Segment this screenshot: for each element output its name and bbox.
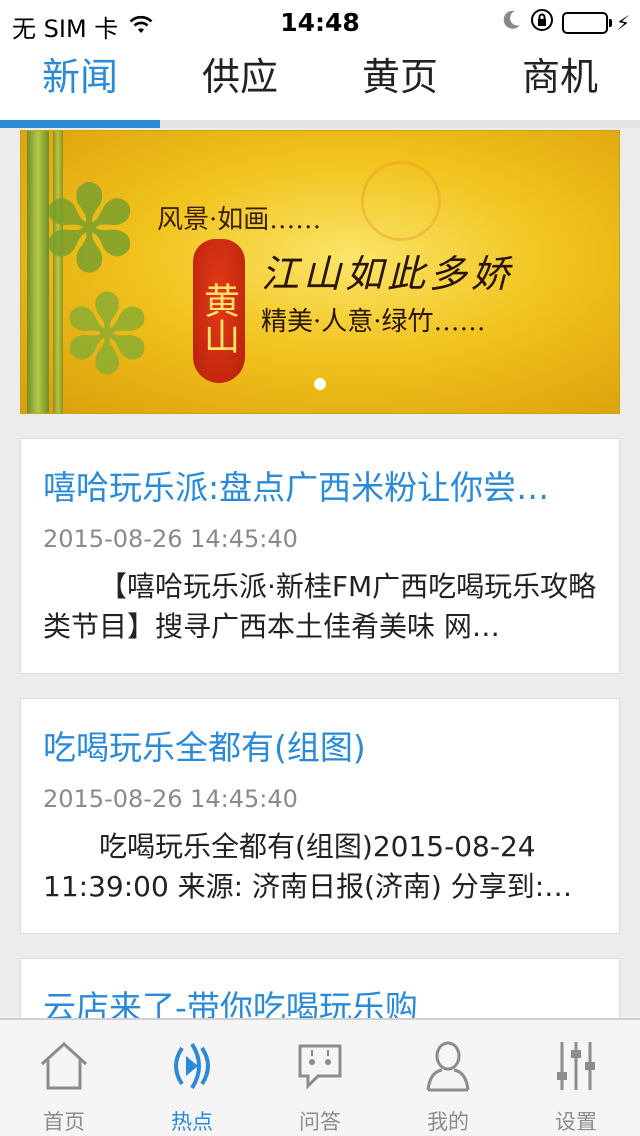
bottom-tab-settings[interactable]: 设置 — [512, 1020, 640, 1136]
bottom-tab-home[interactable]: 首页 — [0, 1020, 128, 1136]
banner-caption-top: 风景·如画…… — [157, 205, 322, 235]
news-time: 2015-08-26 14:45:40 — [43, 525, 298, 553]
bottom-tab-hotspot[interactable]: 热点 — [128, 1020, 256, 1136]
tab-indicator-track — [0, 120, 640, 128]
news-summary: 【嘻哈玩乐派·新桂FM广西吃喝玩乐攻略类节目】搜寻广西本土佳肴美味 网… — [43, 570, 597, 643]
news-summary: 吃喝玩乐全都有(组图)2015-08-24 11:39:00 来源: 济南日报(… — [43, 830, 573, 903]
banner-seal: 黄山 — [193, 239, 245, 383]
home-icon — [36, 1036, 92, 1096]
app-screen: 无 SIM 卡 14:48 ⚡ 新闻 供应 黄页 商机 ✽ ✽ 风景·如画…… … — [0, 0, 640, 1136]
news-title[interactable]: 嘻哈玩乐派:盘点广西米粉让你尝… — [43, 465, 597, 511]
bottom-tab-qa[interactable]: 问答 — [256, 1020, 384, 1136]
banner-caption-bottom: 精美·人意·绿竹…… — [261, 307, 486, 337]
banner-leaf-decoration: ✽ — [61, 271, 154, 399]
bottom-tab-bar: 首页 热点 问答 我的 设置 — [0, 1018, 640, 1136]
bottom-tab-label: 设置 — [555, 1110, 597, 1134]
charging-icon: ⚡ — [615, 11, 630, 35]
category-tabs: 新闻 供应 黄页 商机 — [0, 44, 640, 120]
status-right: ⚡ — [502, 8, 630, 38]
tab-indicator — [0, 120, 160, 128]
news-title[interactable]: 吃喝玩乐全都有(组图) — [43, 725, 597, 771]
banner-sun-decoration — [361, 161, 441, 241]
tab-news[interactable]: 新闻 — [0, 44, 160, 120]
hotspot-icon — [164, 1036, 220, 1096]
carousel-page-dot[interactable] — [314, 378, 326, 390]
status-bar: 无 SIM 卡 14:48 ⚡ — [0, 0, 640, 44]
tab-supply[interactable]: 供应 — [160, 44, 320, 120]
bottom-tab-label: 热点 — [171, 1110, 213, 1134]
bottom-tab-label: 首页 — [43, 1110, 85, 1134]
rotation-lock-icon — [530, 8, 554, 38]
news-time: 2015-08-26 14:45:40 — [43, 785, 298, 813]
bottom-tab-label: 问答 — [299, 1110, 341, 1134]
news-card[interactable]: 嘻哈玩乐派:盘点广西米粉让你尝… 2015-08-26 14:45:40 【嘻哈… — [20, 438, 620, 674]
qa-chat-icon — [292, 1036, 348, 1096]
bottom-tab-label: 我的 — [427, 1110, 469, 1134]
banner-carousel[interactable]: ✽ ✽ 风景·如画…… 黄山 江山如此多娇 精美·人意·绿竹…… — [20, 130, 620, 414]
tab-yellow-pages[interactable]: 黄页 — [320, 44, 480, 120]
bottom-tab-mine[interactable]: 我的 — [384, 1020, 512, 1136]
user-icon — [420, 1036, 476, 1096]
settings-sliders-icon — [548, 1036, 604, 1096]
news-card[interactable]: 吃喝玩乐全都有(组图) 2015-08-26 14:45:40 吃喝玩乐全都有(… — [20, 698, 620, 934]
banner-calligraphy: 江山如此多娇 — [261, 252, 514, 296]
tab-business[interactable]: 商机 — [480, 44, 640, 120]
battery-icon — [561, 12, 612, 34]
moon-icon — [502, 9, 522, 37]
